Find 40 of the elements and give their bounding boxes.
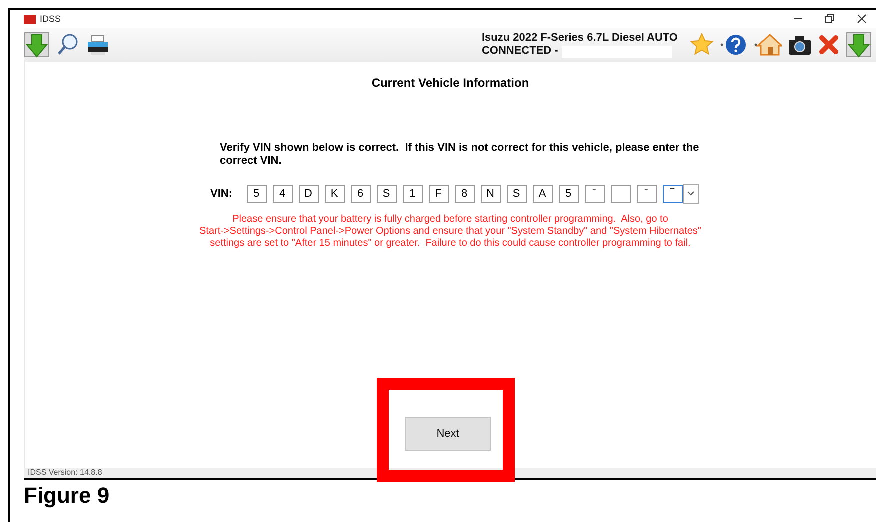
window-title: IDSS xyxy=(40,14,62,24)
restore-icon[interactable] xyxy=(825,14,835,24)
x-mark-icon[interactable] xyxy=(818,34,840,56)
vin-character-field[interactable]: D xyxy=(298,185,318,203)
help-icon[interactable] xyxy=(720,33,748,57)
vin-character-field[interactable]: ˉ xyxy=(584,185,604,203)
chevron-down-icon xyxy=(686,191,694,197)
instruction-text: Verify VIN shown below is correct. If this VIN is not correct for this vehicle, please enter the correct VIN. xyxy=(220,142,700,168)
search-icon[interactable] xyxy=(56,33,80,57)
vin-label: VIN: xyxy=(210,188,232,200)
vin-character-field[interactable]: 5 xyxy=(246,185,266,203)
vin-character-field[interactable]: 8 xyxy=(454,185,474,203)
vin-character-field[interactable]: K xyxy=(324,185,344,203)
battery-warning-text: Please ensure that your battery is fully charged before starting controller programming. Also, go to Start->Settings->Control Panel->Power Options and ensure that your "System Standby" and "System Hibernates" settings are set to "After 15 minutes" or greater. Failure to do this could cause controller programming to fail. xyxy=(200,214,702,250)
vin-character-field[interactable]: 1 xyxy=(402,185,422,203)
vin-character-field[interactable]: F xyxy=(428,185,448,203)
page-heading: Current Vehicle Information xyxy=(372,76,530,90)
close-icon[interactable] xyxy=(857,14,867,24)
vin-character-field[interactable]: 4 xyxy=(272,185,292,203)
vin-character-field[interactable]: ‾ xyxy=(662,185,682,203)
download-arrow-icon[interactable] xyxy=(24,32,50,58)
next-button[interactable]: Next xyxy=(405,417,491,451)
vin-character-field[interactable]: 6 xyxy=(350,185,370,203)
figure-caption: Figure 9 xyxy=(24,483,111,509)
printer-icon[interactable] xyxy=(86,33,110,57)
vehicle-name: Isuzu 2022 F-Series 6.7L Diesel AUTO xyxy=(482,32,678,45)
vin-character-field[interactable]: A xyxy=(532,185,552,203)
connection-status: CONNECTED - xyxy=(482,45,558,58)
vin-character-field[interactable]: N xyxy=(480,185,500,203)
vin-character-field[interactable]: 5 xyxy=(558,185,578,203)
download-arrow-icon[interactable] xyxy=(846,32,872,58)
vin-character-field[interactable]: ˉ xyxy=(636,185,656,203)
dropdown-button[interactable] xyxy=(682,184,698,204)
vin-character-field[interactable]: S xyxy=(506,185,526,203)
app-logo-icon xyxy=(24,14,36,24)
star-icon[interactable] xyxy=(690,33,714,57)
vin-character-field[interactable] xyxy=(610,185,630,203)
camera-icon[interactable] xyxy=(788,33,812,57)
home-icon[interactable] xyxy=(754,33,782,57)
vin-character-field[interactable]: S xyxy=(376,185,396,203)
